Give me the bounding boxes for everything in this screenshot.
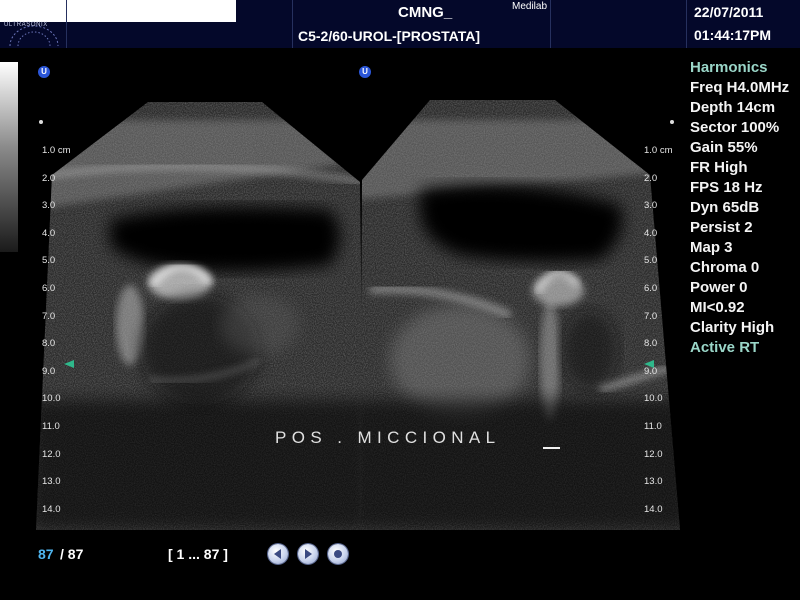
depth-label: 11.0: [42, 421, 60, 432]
depth-label: 4.0: [644, 227, 658, 239]
param-item: Sector 100%: [690, 119, 780, 136]
param-item: Depth 14cm: [690, 99, 776, 116]
depth-label: 12.0: [42, 448, 61, 460]
depth-label: 10.0: [644, 393, 663, 405]
header-divider: [550, 0, 551, 48]
brand-logo: ULTRASONIX: [2, 22, 66, 48]
depth-label: 3.0: [42, 200, 56, 212]
param-item: Chroma 0: [690, 259, 760, 276]
stop-icon: [334, 550, 342, 558]
imaging-parameters: Harmonics Freq H4.0MHz Depth 14cm Sector 10…: [690, 58, 800, 358]
focus-marker-icon: [64, 360, 74, 368]
header-blank-field: [0, 0, 236, 22]
depth-label: 9.0: [644, 365, 658, 377]
param-item: FR High: [690, 159, 748, 176]
param-item: Dyn 65dB: [690, 199, 760, 216]
depth-label: 6.0: [644, 283, 658, 294]
header-divider: [686, 0, 687, 48]
header-bar: ULTRASONIX CMNG_ Medilab C5-2/60-UROL-[P…: [0, 0, 800, 48]
header-divider: [66, 0, 67, 48]
exam-time: 01:44:17PM: [694, 27, 772, 43]
depth-label: 6.0: [42, 283, 56, 294]
frame-current: 87: [38, 546, 54, 562]
param-item: Power 0: [690, 279, 748, 296]
depth-label: 12.0: [644, 448, 663, 460]
depth-label: 5.0: [644, 255, 658, 267]
param-item: Harmonics: [690, 59, 768, 76]
stop-button[interactable]: [328, 544, 348, 564]
depth-label: 13.0: [644, 476, 663, 488]
param-item: Gain 55%: [690, 139, 758, 156]
rewind-icon: [274, 549, 281, 559]
depth-label: 7.0: [644, 310, 658, 322]
param-item: Persist 2: [690, 219, 753, 236]
ultrasound-image-right: [360, 100, 680, 530]
depth-label: 10.0: [42, 393, 61, 405]
exam-date: 22/07/2011: [694, 4, 764, 20]
play-button[interactable]: [298, 544, 318, 564]
facility-name: Medilab: [512, 1, 548, 12]
patient-name: CMNG_: [398, 4, 453, 21]
depth-label: 14.0: [42, 503, 61, 515]
probe-orientation-icon: U: [359, 66, 371, 78]
probe-orientation-icon: U: [38, 66, 50, 78]
text-cursor: [543, 447, 560, 449]
play-icon: [305, 549, 312, 559]
depth-label: 2.0: [644, 172, 658, 184]
depth-label: 11.0: [644, 421, 662, 432]
param-item: Freq H4.0MHz: [690, 79, 790, 96]
depth-label: 1.0 cm: [42, 145, 71, 156]
depth-label: 8.0: [42, 338, 56, 350]
depth-label: 2.0: [42, 172, 56, 184]
depth-label: 5.0: [42, 255, 56, 267]
depth-label: 9.0: [42, 365, 56, 377]
depth-label: 4.0: [42, 227, 56, 239]
param-item: Clarity High: [690, 319, 775, 336]
depth-origin-dot: [39, 120, 43, 124]
depth-label: 3.0: [644, 200, 658, 212]
depth-label: 1.0 cm: [644, 145, 673, 156]
rewind-button[interactable]: [268, 544, 288, 564]
param-item: MI<0.92: [690, 299, 745, 316]
param-item: Active RT: [690, 339, 760, 356]
depth-label: 13.0: [42, 476, 61, 488]
param-item: FPS 18 Hz: [690, 179, 763, 196]
param-item: Map 3: [690, 239, 733, 256]
frame-range: [ 1 ... 87 ]: [168, 546, 228, 562]
depth-origin-dot: [670, 120, 674, 124]
depth-label: 7.0: [42, 310, 56, 322]
header-divider: [292, 0, 293, 48]
image-annotation: POS . MICCIONAL: [275, 428, 501, 447]
exam-preset: C5-2/60-UROL-[PROSTATA]: [298, 28, 480, 44]
grayscale-bar: [0, 62, 18, 252]
ultrasound-image-left: [36, 102, 364, 530]
depth-label: 8.0: [644, 338, 658, 350]
depth-label: 14.0: [644, 503, 663, 515]
logo-text: ULTRASONIX: [4, 22, 48, 28]
frame-total: / 87: [60, 546, 84, 562]
